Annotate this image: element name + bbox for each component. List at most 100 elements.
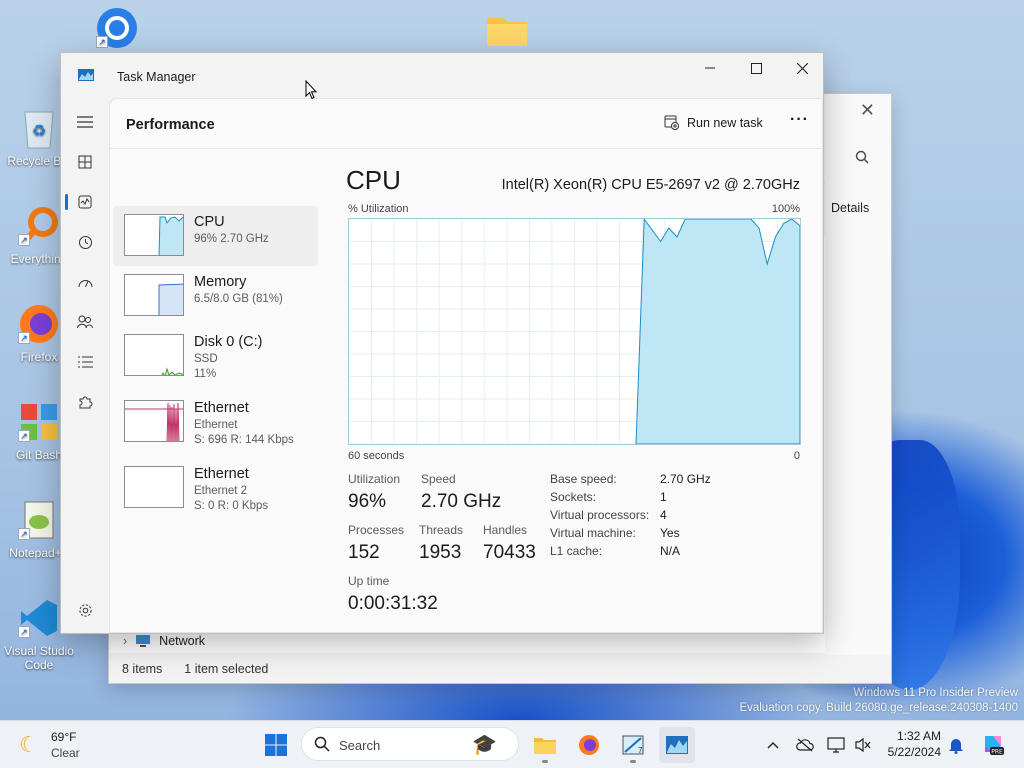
search-icon[interactable] <box>855 150 869 167</box>
folder-icon <box>534 738 556 754</box>
chevron-right-icon[interactable]: › <box>123 634 127 648</box>
windows-logo-icon <box>265 734 287 756</box>
device-name: Disk 0 (C:) <box>194 334 263 350</box>
page-header: Performance Run new task ··· <box>110 99 822 149</box>
hamburger-icon <box>77 116 93 128</box>
device-item-disk[interactable]: Disk 0 (C:) SSD 11% <box>113 326 318 386</box>
taskbar-file-explorer[interactable] <box>527 727 563 763</box>
display-monitor-icon[interactable] <box>826 735 846 755</box>
device-detail: SSD <box>194 353 218 365</box>
snipping-tool-icon: 7 <box>622 735 644 755</box>
firefox-icon <box>579 735 599 755</box>
detail-key-sockets: Sockets: <box>550 490 597 504</box>
detail-value-virtual-processors: 4 <box>660 508 667 522</box>
weather-moon-icon[interactable]: ☾ <box>19 732 39 758</box>
explorer-status-bar: 8 items 1 item selected <box>109 655 891 683</box>
device-item-cpu[interactable]: CPU 96% 2.70 GHz <box>113 206 318 266</box>
stat-value-handles: 70433 <box>483 542 536 563</box>
taskbar-task-manager[interactable] <box>659 727 695 763</box>
device-item-memory[interactable]: Memory 6.5/8.0 GB (81%) <box>113 266 318 326</box>
run-task-icon <box>664 115 679 130</box>
nav-app-history[interactable] <box>69 226 101 258</box>
show-hidden-icons-chevron-up-icon[interactable] <box>763 735 783 755</box>
hamburger-menu-button[interactable] <box>69 106 101 138</box>
shortcut-arrow-icon: ↗ <box>18 234 30 246</box>
nav-details[interactable] <box>69 346 101 378</box>
processes-icon <box>78 155 92 169</box>
status-selection: 1 item selected <box>184 662 269 676</box>
shortcut-arrow-icon: ↗ <box>18 332 30 344</box>
recycle-bin-icon: ♻ <box>17 106 61 150</box>
weather-temperature[interactable]: 69°F <box>51 730 76 744</box>
search-placeholder: Search <box>339 738 381 753</box>
stat-value-speed: 2.70 GHz <box>421 491 502 512</box>
close-button[interactable] <box>779 53 823 83</box>
run-new-task-label: Run new task <box>687 115 763 130</box>
taskbar: ☾ 69°F Clear Search 🎓 7 1:32 AM 5/22/202… <box>0 720 1024 768</box>
performance-icon <box>78 195 92 209</box>
evaluation-watermark: Windows 11 Pro Insider Preview Evaluatio… <box>739 686 1018 716</box>
shortcut-arrow-icon: ↗ <box>18 528 30 540</box>
explorer-close-button[interactable]: ✕ <box>860 100 875 121</box>
title-bar[interactable]: Task Manager <box>61 53 823 99</box>
clock-time[interactable]: 1:32 AM <box>897 729 941 743</box>
nav-performance[interactable] <box>65 186 101 218</box>
nav-settings[interactable] <box>69 594 101 626</box>
details-button[interactable]: Details <box>831 201 869 215</box>
explorer-right-pane <box>825 94 891 683</box>
task-manager-app-icon <box>78 69 94 81</box>
notification-bell-icon[interactable] <box>946 735 966 755</box>
performance-page: Performance Run new task ··· CPU 96% 2.7… <box>109 98 823 633</box>
stat-label-speed: Speed <box>421 472 456 486</box>
nav-startup-apps[interactable] <box>69 266 101 298</box>
watermark-line: Windows 11 Pro Insider Preview <box>853 687 1018 699</box>
cloud-offline-icon[interactable] <box>795 735 815 755</box>
device-name: Memory <box>194 274 247 290</box>
device-detail: Ethernet 2 <box>194 485 248 497</box>
stat-label-utilization: Utilization <box>348 472 401 486</box>
volume-muted-icon[interactable] <box>853 735 873 755</box>
startup-gauge-icon <box>78 280 92 288</box>
nav-users[interactable] <box>69 306 101 338</box>
minimize-button[interactable] <box>687 53 733 83</box>
desktop-icon-label: Visual Studio Code <box>4 644 74 672</box>
detail-key-virtual-machine: Virtual machine: <box>550 526 636 540</box>
start-button[interactable] <box>258 727 294 763</box>
desktop-icon-chrome[interactable]: ↗ <box>82 6 152 54</box>
device-name: CPU <box>194 214 225 230</box>
ethernet-thumbnail-graph <box>124 400 184 442</box>
weather-condition[interactable]: Clear <box>51 746 80 760</box>
device-detail: 11% <box>194 368 217 380</box>
stat-label-threads: Threads <box>419 523 464 537</box>
folder-icon <box>485 8 529 52</box>
device-detail: Ethernet <box>194 419 238 431</box>
nav-item-network[interactable]: › Network <box>123 634 205 648</box>
graduation-cap-icon: 🎓 <box>472 734 497 756</box>
utilization-axis-max: 100% <box>771 203 800 215</box>
network-icon <box>136 635 151 647</box>
taskbar-search-box[interactable]: Search 🎓 <box>301 727 519 761</box>
run-new-task-button[interactable]: Run new task <box>664 115 763 130</box>
nav-services[interactable] <box>69 386 101 418</box>
stat-value-uptime: 0:00:31:32 <box>348 593 438 614</box>
desktop-icon-folder[interactable] <box>472 8 542 56</box>
nav-item-label: Network <box>159 634 206 648</box>
graph-time-span-label: 60 seconds <box>348 450 405 462</box>
shortcut-arrow-icon: ↗ <box>18 430 30 442</box>
shortcut-arrow-icon: ↗ <box>96 36 108 48</box>
nav-processes[interactable] <box>69 146 101 178</box>
taskbar-snipping-tool[interactable]: 7 <box>615 727 651 763</box>
device-item-ethernet-2[interactable]: Ethernet Ethernet 2 S: 0 R: 0 Kbps <box>113 458 318 518</box>
maximize-button[interactable] <box>733 53 779 83</box>
watermark-line: Evaluation copy. Build 26080.ge_release.… <box>739 702 1018 714</box>
task-manager-window[interactable]: Task Manager Performance Run new task ··… <box>60 52 824 634</box>
clock-date[interactable]: 5/22/2024 <box>888 745 941 759</box>
more-options-button[interactable]: ··· <box>790 111 809 129</box>
copilot-pre-icon[interactable]: PRE <box>981 732 1005 756</box>
detail-value-virtual-machine: Yes <box>660 526 680 540</box>
shortcut-arrow-icon: ↗ <box>18 626 30 638</box>
history-icon <box>78 235 92 249</box>
device-name: Ethernet <box>194 466 249 482</box>
taskbar-firefox[interactable] <box>571 727 607 763</box>
device-item-ethernet-1[interactable]: Ethernet Ethernet S: 696 R: 144 Kbps <box>113 392 318 452</box>
